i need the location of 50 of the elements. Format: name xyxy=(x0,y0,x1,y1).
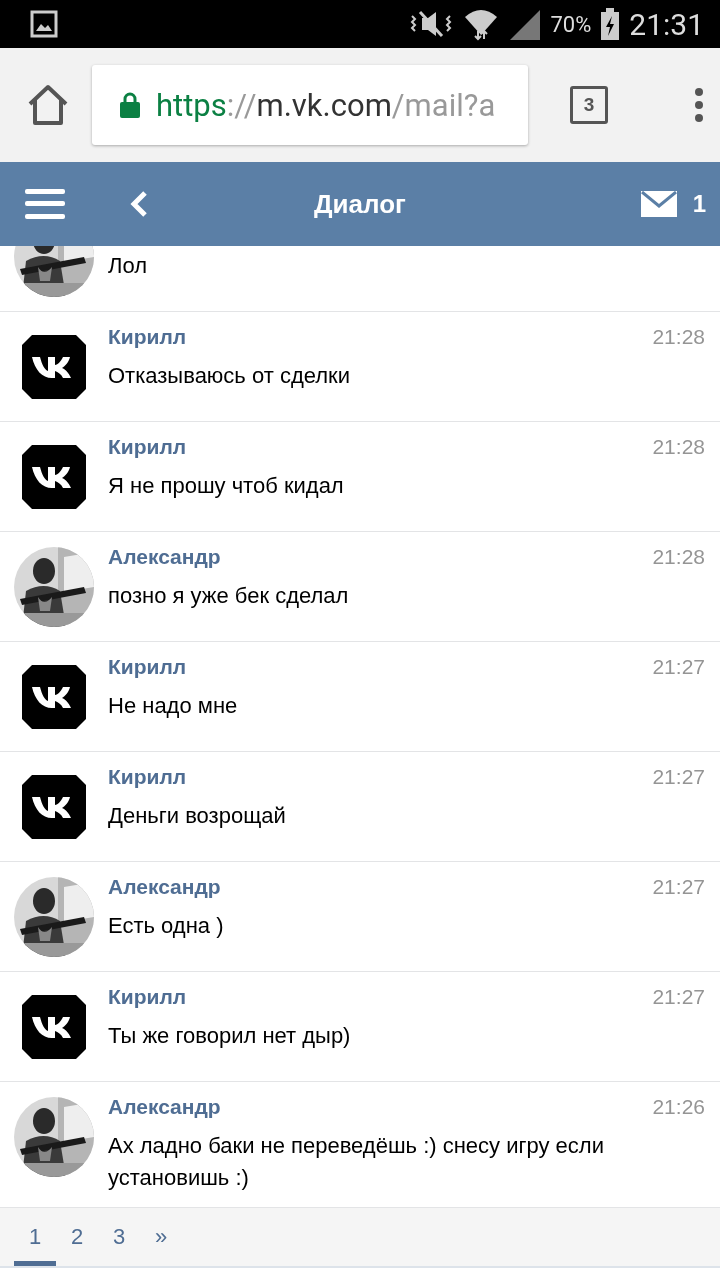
page-title: Диалог xyxy=(314,188,406,219)
unread-count: 1 xyxy=(692,190,706,218)
page-link[interactable]: 3 xyxy=(98,1208,140,1266)
page-link[interactable]: 1 xyxy=(14,1208,56,1266)
logo-icon xyxy=(22,995,86,1059)
message-text: Отказываюсь от сделки xyxy=(108,362,351,390)
message-text: Лол xyxy=(108,252,149,280)
wifi-icon xyxy=(464,7,499,41)
message-time: 21:27 xyxy=(652,765,705,789)
lock-icon xyxy=(120,92,140,118)
message-time: 21:27 xyxy=(652,985,705,1009)
message-time: 21:28 xyxy=(652,435,705,459)
message-time: 21:27 xyxy=(652,875,705,899)
menu-icon[interactable] xyxy=(25,188,65,220)
logo-icon xyxy=(22,445,86,509)
clock: 21:31 xyxy=(629,6,704,42)
sender-name[interactable]: Александр xyxy=(108,875,221,899)
message-time: 21:27 xyxy=(652,655,705,679)
message-text: Ах ладно баки не переведёшь :) снесу игру если установишь :) xyxy=(108,1132,605,1192)
sender-name[interactable]: Кирилл xyxy=(108,985,187,1009)
gallery-icon xyxy=(30,10,58,38)
address-bar[interactable]: https://m.vk.com/mail?a xyxy=(92,65,528,145)
message-text: Ты же говорил нет дыр) xyxy=(108,1022,352,1050)
logo-icon xyxy=(22,335,86,399)
page-link[interactable]: » xyxy=(140,1208,182,1266)
sender-name[interactable]: Кирилл xyxy=(108,655,187,679)
message-time: 21:26 xyxy=(652,1095,705,1119)
sender-name[interactable]: Александр xyxy=(108,545,221,569)
sender-name[interactable]: Александр xyxy=(108,1095,221,1119)
logo-icon xyxy=(22,775,86,839)
message-text: позно я уже бек сделал xyxy=(108,582,350,610)
message-text: Не надо мне xyxy=(108,692,239,720)
sender-name[interactable]: Кирилл xyxy=(108,435,187,459)
battery-icon xyxy=(601,8,620,40)
signal-icon xyxy=(508,8,541,40)
logo-icon xyxy=(22,665,86,729)
message-time: 21:28 xyxy=(652,545,705,569)
message-text: Деньги возрощай xyxy=(108,802,287,830)
back-icon[interactable] xyxy=(129,190,149,218)
envelope-icon[interactable] xyxy=(640,191,677,217)
battery-level: 70% xyxy=(550,11,592,37)
home-icon[interactable] xyxy=(26,84,70,126)
sender-name[interactable]: Кирилл xyxy=(108,765,187,789)
menu-icon[interactable] xyxy=(694,87,704,123)
tab-count-button[interactable]: 3 xyxy=(570,86,608,124)
sender-name[interactable]: Кирилл xyxy=(108,325,187,349)
message-text: Есть одна ) xyxy=(108,912,225,940)
message-text: Я не прошу чтоб кидал xyxy=(108,472,345,500)
message-time: 21:28 xyxy=(652,325,705,349)
page-link[interactable]: 2 xyxy=(56,1208,98,1266)
